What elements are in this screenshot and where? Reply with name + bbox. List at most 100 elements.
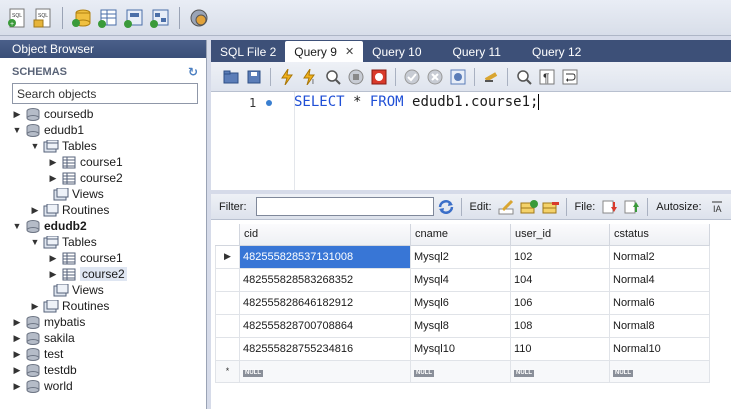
- insert-row-icon[interactable]: [519, 197, 539, 217]
- tab-query-10[interactable]: Query 10: [363, 41, 430, 62]
- edit-cell-icon[interactable]: [497, 197, 517, 217]
- open-file-icon[interactable]: [221, 67, 241, 87]
- expand-arrow-icon[interactable]: ▶: [48, 269, 58, 280]
- tab-query-9[interactable]: Query 9 ✕: [285, 41, 364, 62]
- expand-arrow-icon[interactable]: ▶: [48, 157, 58, 168]
- cell-user-id[interactable]: 104: [510, 267, 610, 292]
- word-wrap-icon[interactable]: [560, 67, 580, 87]
- null-cell[interactable]: NULL: [510, 359, 610, 383]
- create-view-icon[interactable]: [123, 7, 145, 29]
- cell-user-id[interactable]: 102: [510, 244, 610, 269]
- table-course1[interactable]: ▶ course1: [0, 154, 206, 170]
- expand-arrow-icon[interactable]: ▶: [12, 381, 22, 392]
- delete-row-icon[interactable]: [541, 197, 561, 217]
- schema-mybatis[interactable]: ▶ mybatis: [0, 314, 206, 330]
- collapse-arrow-icon[interactable]: ▼: [30, 141, 40, 151]
- refresh-icon[interactable]: ↻: [188, 65, 198, 79]
- table-course2[interactable]: ▶ course2: [0, 266, 206, 282]
- cell-cid[interactable]: 482555828755234816: [239, 336, 411, 361]
- cell-cid[interactable]: 482555828646182912: [239, 290, 411, 315]
- views-folder[interactable]: Views: [0, 186, 206, 202]
- reconnect-icon[interactable]: [188, 7, 210, 29]
- cell-user-id[interactable]: 106: [510, 290, 610, 315]
- open-sql-script-icon[interactable]: SQL: [32, 7, 54, 29]
- save-icon[interactable]: [244, 67, 264, 87]
- new-row[interactable]: * NULL NULL NULL NULL: [215, 359, 710, 383]
- schema-test[interactable]: ▶ test: [0, 346, 206, 362]
- commit-icon[interactable]: [402, 67, 422, 87]
- cell-cid[interactable]: 482555828583268352: [239, 267, 411, 292]
- views-folder[interactable]: Views: [0, 282, 206, 298]
- schema-world[interactable]: ▶ world: [0, 378, 206, 394]
- collapse-arrow-icon[interactable]: ▼: [12, 125, 22, 135]
- collapse-arrow-icon[interactable]: ▼: [12, 221, 22, 231]
- explain-icon[interactable]: [323, 67, 343, 87]
- column-header-cstatus[interactable]: cstatus: [609, 224, 710, 246]
- close-icon[interactable]: ✕: [345, 45, 354, 58]
- export-icon[interactable]: [600, 197, 620, 217]
- search-input[interactable]: [17, 86, 197, 101]
- expand-arrow-icon[interactable]: ▶: [30, 205, 40, 216]
- cell-cstatus[interactable]: Normal6: [609, 290, 710, 315]
- table-course1[interactable]: ▶ course1: [0, 250, 206, 266]
- sql-editor[interactable]: 1 SELECT * FROM edudb1.course1;: [211, 92, 731, 190]
- cell-cid[interactable]: 482555828700708864: [239, 313, 411, 338]
- expand-arrow-icon[interactable]: ▶: [48, 173, 58, 184]
- schema-testdb[interactable]: ▶ testdb: [0, 362, 206, 378]
- import-icon[interactable]: [622, 197, 642, 217]
- tab-query-11[interactable]: Query 11: [431, 41, 510, 62]
- cell-user-id[interactable]: 110: [510, 336, 610, 361]
- collapse-arrow-icon[interactable]: ▼: [30, 237, 40, 247]
- stop-icon[interactable]: [346, 67, 366, 87]
- cell-user-id[interactable]: 108: [510, 313, 610, 338]
- column-header-cid[interactable]: cid: [239, 224, 411, 246]
- execute-icon[interactable]: [277, 67, 297, 87]
- expand-arrow-icon[interactable]: ▶: [12, 109, 22, 120]
- schema-sakila[interactable]: ▶ sakila: [0, 330, 206, 346]
- schema-coursedb[interactable]: ▶ coursedb: [0, 106, 206, 122]
- invisible-characters-icon[interactable]: ¶: [537, 67, 557, 87]
- tables-folder[interactable]: ▼ Tables: [0, 234, 206, 250]
- expand-arrow-icon[interactable]: ▶: [48, 253, 58, 264]
- table-row[interactable]: 482555828583268352 Mysql4 104 Normal4: [215, 267, 710, 292]
- routines-folder[interactable]: ▶ Routines: [0, 202, 206, 218]
- column-header-cname[interactable]: cname: [410, 224, 511, 246]
- cell-cname[interactable]: Mysql2: [410, 244, 511, 269]
- cell-cname[interactable]: Mysql10: [410, 336, 511, 361]
- create-table-icon[interactable]: [97, 7, 119, 29]
- table-course2[interactable]: ▶ course2: [0, 170, 206, 186]
- table-row[interactable]: 482555828755234816 Mysql10 110 Normal10: [215, 336, 710, 361]
- autocommit-icon[interactable]: [448, 67, 468, 87]
- column-header-user-id[interactable]: user_id: [510, 224, 610, 246]
- rollback-icon[interactable]: [425, 67, 445, 87]
- table-row[interactable]: 482555828646182912 Mysql6 106 Normal6: [215, 290, 710, 315]
- table-row[interactable]: 482555828700708864 Mysql8 108 Normal8: [215, 313, 710, 338]
- expand-arrow-icon[interactable]: ▶: [12, 349, 22, 360]
- beautify-icon[interactable]: [481, 67, 501, 87]
- execute-current-icon[interactable]: I: [300, 67, 320, 87]
- expand-arrow-icon[interactable]: ▶: [12, 365, 22, 376]
- cell-cstatus[interactable]: Normal4: [609, 267, 710, 292]
- null-cell[interactable]: NULL: [239, 359, 411, 383]
- table-row[interactable]: ▶ 482555828537131008 Mysql2 102 Normal2: [215, 244, 710, 269]
- new-sql-tab-icon[interactable]: SQL +: [6, 7, 28, 29]
- schema-edudb1[interactable]: ▼ edudb1: [0, 122, 206, 138]
- create-routine-icon[interactable]: [149, 7, 171, 29]
- routines-folder[interactable]: ▶ Routines: [0, 298, 206, 314]
- cell-cstatus[interactable]: Normal10: [609, 336, 710, 361]
- tables-folder[interactable]: ▼ Tables: [0, 138, 206, 154]
- tab-sql-file-2[interactable]: SQL File 2: [211, 41, 285, 62]
- null-cell[interactable]: NULL: [609, 359, 710, 383]
- code-line[interactable]: SELECT * FROM edudb1.course1;: [294, 94, 540, 110]
- schema-edudb2[interactable]: ▼ edudb2: [0, 218, 206, 234]
- cell-cstatus[interactable]: Normal8: [609, 313, 710, 338]
- cell-cid[interactable]: 482555828537131008: [239, 244, 411, 269]
- expand-arrow-icon[interactable]: ▶: [30, 301, 40, 312]
- create-schema-icon[interactable]: [71, 7, 93, 29]
- filter-refresh-icon[interactable]: [436, 197, 456, 217]
- cell-cstatus[interactable]: Normal2: [609, 244, 710, 269]
- cell-cname[interactable]: Mysql6: [410, 290, 511, 315]
- toggle-continue-on-error-icon[interactable]: [369, 67, 389, 87]
- cell-cname[interactable]: Mysql4: [410, 267, 511, 292]
- autosize-icon[interactable]: IA: [707, 197, 727, 217]
